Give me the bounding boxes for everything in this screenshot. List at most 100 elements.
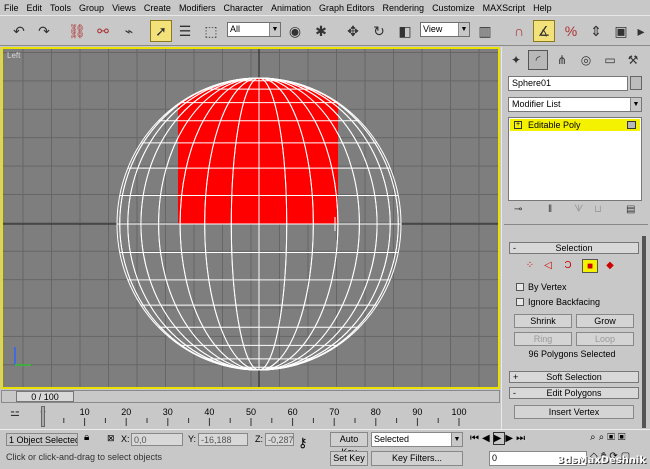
object-name-field[interactable]: Sphere01 bbox=[508, 76, 628, 91]
menu-animation[interactable]: Animation bbox=[267, 3, 315, 13]
zoom-extents-icon[interactable]: ▣ bbox=[607, 432, 618, 443]
select-by-name-icon[interactable]: ☰ bbox=[174, 20, 196, 42]
zoom-icon[interactable]: ⌕ bbox=[590, 432, 599, 443]
selection-rollout-header[interactable]: - Selection bbox=[509, 242, 639, 254]
border-subobject-icon[interactable]: Ɔ bbox=[560, 259, 576, 273]
unlink-icon[interactable]: ⚯ bbox=[92, 20, 114, 42]
stack-item-editable-poly[interactable]: + Editable Poly bbox=[510, 119, 640, 131]
by-vertex-checkbox[interactable]: By Vertex bbox=[516, 282, 567, 292]
element-subobject-icon[interactable]: ◆ bbox=[602, 259, 618, 273]
stack-item-toggle[interactable] bbox=[627, 121, 636, 129]
remove-modifier-icon[interactable]: ⊔ bbox=[594, 204, 602, 215]
motion-tab-icon[interactable]: ◎ bbox=[576, 50, 596, 70]
edit-polygons-rollout-header[interactable]: - Edit Polygons bbox=[509, 387, 639, 399]
edge-subobject-icon[interactable]: ◁ bbox=[540, 259, 556, 273]
modify-tab-icon[interactable]: ◜ bbox=[528, 50, 548, 70]
ignore-backfacing-checkbox[interactable]: Ignore Backfacing bbox=[516, 297, 600, 307]
selection-status: 96 Polygons Selected bbox=[528, 349, 616, 359]
select-scale-icon[interactable]: ◧ bbox=[394, 20, 416, 42]
shrink-button[interactable]: Shrink bbox=[514, 314, 572, 328]
undo-icon[interactable]: ↶ bbox=[8, 20, 30, 42]
set-key-button[interactable]: Set Key bbox=[330, 451, 368, 466]
selection-filter-dropdown[interactable]: All ▼ bbox=[227, 22, 281, 37]
track-bar[interactable]: ⚍ 0102030405060708090100 bbox=[1, 404, 500, 428]
z-coord-field[interactable]: -0,287 bbox=[265, 433, 294, 446]
chevron-down-icon: ▼ bbox=[269, 23, 280, 36]
snaps-toggle-icon[interactable]: ∩ bbox=[508, 20, 530, 42]
soft-selection-rollout-header[interactable]: + Soft Selection bbox=[509, 371, 639, 383]
hierarchy-tab-icon[interactable]: ⋔ bbox=[552, 50, 572, 70]
modifier-list-label: Modifier List bbox=[512, 99, 561, 109]
show-end-result-icon[interactable]: ‖ bbox=[548, 204, 552, 215]
time-slider-thumb[interactable]: 0 / 100 bbox=[16, 391, 74, 402]
vertex-subobject-icon[interactable]: ⁘ bbox=[522, 259, 538, 273]
window-crossing-icon[interactable]: ◉ bbox=[284, 20, 306, 42]
key-mode-dropdown[interactable]: Selected ▼ bbox=[371, 432, 463, 447]
ring-button[interactable]: Ring bbox=[514, 332, 572, 346]
menu-views[interactable]: Views bbox=[108, 3, 140, 13]
menu-character[interactable]: Character bbox=[219, 3, 267, 13]
quick-render-icon[interactable]: ▸ bbox=[634, 20, 648, 42]
menu-edit[interactable]: Edit bbox=[23, 3, 47, 13]
select-object-icon[interactable]: ➚ bbox=[150, 20, 172, 42]
display-tab-icon[interactable]: ▭ bbox=[600, 50, 620, 70]
y-coord-field[interactable]: -16,188 bbox=[198, 433, 248, 446]
menu-rendering[interactable]: Rendering bbox=[379, 3, 429, 13]
configure-modifier-sets-icon[interactable]: ▤ bbox=[626, 204, 635, 215]
modifier-stack: + Editable Poly bbox=[508, 117, 642, 201]
menu-graph-editors[interactable]: Graph Editors bbox=[315, 3, 379, 13]
bind-space-warp-icon[interactable]: ⌁ bbox=[118, 20, 140, 42]
play-icon[interactable]: ▶ bbox=[492, 432, 506, 445]
set-key-icon[interactable]: ⚷ bbox=[298, 435, 308, 451]
create-tab-icon[interactable]: ✦ bbox=[506, 50, 526, 70]
menu-group[interactable]: Group bbox=[75, 3, 108, 13]
previous-frame-icon[interactable]: ◀ bbox=[482, 433, 493, 444]
chevron-down-icon: ▼ bbox=[458, 23, 469, 36]
utilities-tab-icon[interactable]: ⚒ bbox=[623, 50, 643, 70]
menu-modifiers[interactable]: Modifiers bbox=[175, 3, 220, 13]
render-scene-icon[interactable]: ▣ bbox=[610, 20, 632, 42]
rect-selection-region-icon[interactable]: ⬚ bbox=[200, 20, 222, 42]
key-filters-button[interactable]: Key Filters... bbox=[371, 451, 463, 466]
spinner-snap-icon[interactable]: ⇕ bbox=[585, 20, 607, 42]
select-manipulate-icon[interactable]: ✱ bbox=[310, 20, 332, 42]
loop-button[interactable]: Loop bbox=[576, 332, 634, 346]
object-color-swatch[interactable] bbox=[630, 76, 642, 90]
time-slider[interactable]: 0 / 100 bbox=[1, 390, 500, 403]
menu-help[interactable]: Help bbox=[529, 3, 556, 13]
grow-button[interactable]: Grow bbox=[576, 314, 634, 328]
auto-key-button[interactable]: Auto Key bbox=[330, 432, 368, 457]
go-to-end-icon[interactable]: ⏭︎ bbox=[516, 433, 528, 444]
percent-snap-icon[interactable]: % bbox=[560, 20, 582, 42]
polygon-subobject-icon[interactable]: ■ bbox=[582, 259, 598, 273]
x-coord-field[interactable]: 0,0 bbox=[131, 433, 183, 446]
select-move-icon[interactable]: ✥ bbox=[342, 20, 364, 42]
next-frame-icon[interactable]: ▶ bbox=[505, 433, 516, 444]
expand-icon[interactable]: + bbox=[514, 121, 522, 129]
menu-customize[interactable]: Customize bbox=[428, 3, 479, 13]
select-and-link-icon[interactable]: ⛓ bbox=[66, 20, 88, 42]
absolute-mode-icon[interactable]: ⊠ bbox=[107, 433, 115, 444]
redo-icon[interactable]: ↷ bbox=[33, 20, 55, 42]
insert-vertex-button[interactable]: Insert Vertex bbox=[514, 405, 634, 419]
ref-coord-dropdown[interactable]: View ▼ bbox=[420, 22, 470, 37]
pin-stack-icon[interactable]: ⊸ bbox=[514, 204, 522, 215]
chevron-down-icon: ▼ bbox=[451, 433, 462, 446]
menu-maxscript[interactable]: MAXScript bbox=[479, 3, 530, 13]
menu-tools[interactable]: Tools bbox=[46, 3, 75, 13]
lock-icon[interactable]: 🔒︎ bbox=[84, 432, 89, 443]
left-viewport[interactable]: Left bbox=[1, 47, 500, 389]
angle-snap-icon[interactable]: ∡ bbox=[533, 20, 555, 42]
zoom-all-icon[interactable]: ⌕ bbox=[599, 432, 608, 443]
select-rotate-icon[interactable]: ↻ bbox=[368, 20, 390, 42]
panel-scrollbar[interactable] bbox=[642, 236, 646, 428]
make-unique-icon[interactable]: ᗐ bbox=[574, 204, 583, 215]
menu-create[interactable]: Create bbox=[140, 3, 175, 13]
current-frame-marker[interactable] bbox=[41, 406, 45, 427]
modifier-list-dropdown[interactable]: Modifier List ▼ bbox=[508, 97, 642, 112]
menu-file[interactable]: File bbox=[0, 3, 23, 13]
stack-tools: ⊸ ‖ ᗐ ⊔ ▤ bbox=[508, 204, 642, 220]
zoom-extents-all-icon[interactable]: ▣ bbox=[618, 432, 629, 443]
use-pivot-center-icon[interactable]: ▥ bbox=[474, 20, 496, 42]
go-to-start-icon[interactable]: ⏮︎ bbox=[470, 433, 482, 444]
